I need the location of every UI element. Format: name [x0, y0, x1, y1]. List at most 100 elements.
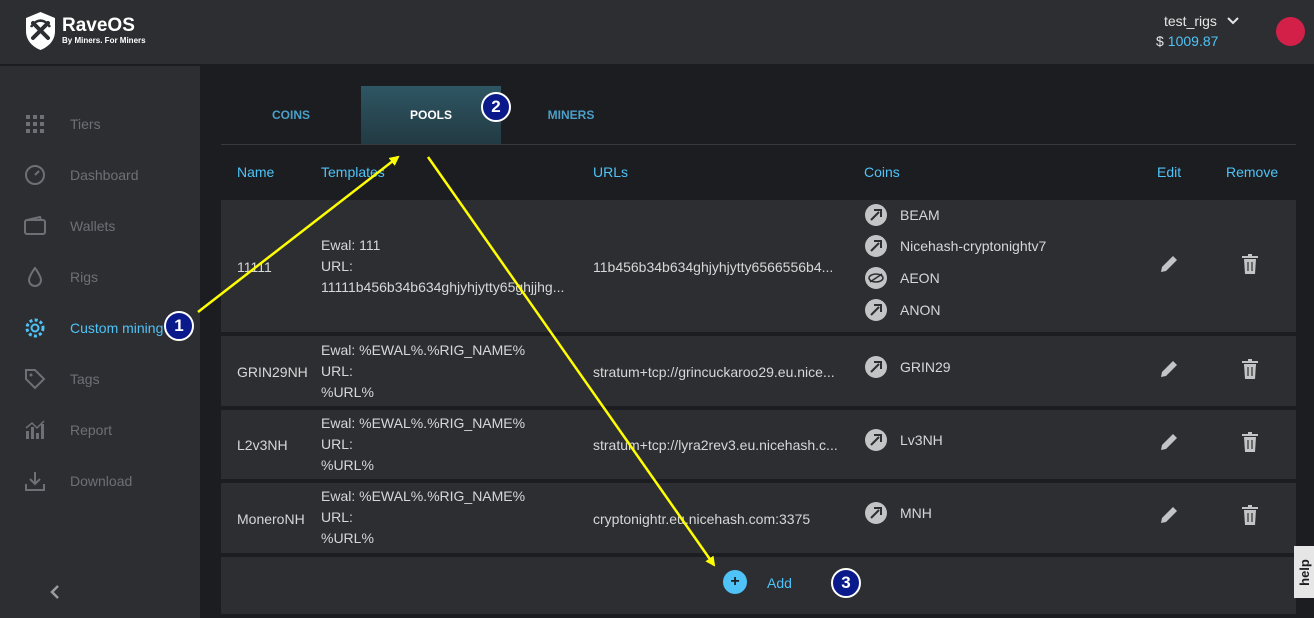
remove-button[interactable]: [1239, 358, 1261, 380]
chevron-down-icon[interactable]: [1227, 17, 1239, 25]
account-name: test_rigs: [1164, 13, 1217, 29]
chart-icon: [24, 419, 46, 441]
template-line: 11111b456b34b634ghjyhjytty65ghjjhg...: [321, 279, 565, 295]
help-label: help: [1296, 558, 1312, 586]
brand-tagline: By Miners. For Miners: [62, 36, 146, 45]
annotation-marker-3: 3: [831, 568, 861, 598]
remove-button[interactable]: [1239, 253, 1261, 275]
add-row: [221, 557, 1296, 614]
gear-icon: [24, 317, 46, 339]
coin-name: GRIN29: [900, 359, 951, 375]
plus-icon[interactable]: +: [723, 570, 747, 594]
template-line: URL:: [321, 258, 353, 274]
sidebar-item-dashboard[interactable]: Dashboard: [24, 160, 139, 190]
avatar[interactable]: [1276, 17, 1305, 46]
aeon-icon: [865, 267, 887, 289]
trash-icon: [1242, 432, 1258, 452]
trash-icon: [1242, 505, 1258, 525]
coin-item: Nicehash-cryptonightv7: [865, 235, 1046, 257]
table-row[interactable]: MoneroNH Ewal: %EWAL%.%RIG_NAME% URL: %U…: [221, 483, 1296, 553]
sidebar-item-label: Download: [70, 473, 133, 489]
sidebar-item-label: Dashboard: [70, 167, 139, 183]
coin-item: AEON: [865, 267, 940, 289]
tab-pools[interactable]: POOLS: [361, 86, 501, 144]
template-line: URL:: [321, 436, 353, 452]
template-line: URL:: [321, 509, 353, 525]
coin-item: BEAM: [865, 204, 940, 226]
header-templates[interactable]: Templates: [321, 164, 385, 180]
template-line: %URL%: [321, 384, 374, 400]
sidebar-item-label: Tags: [70, 371, 100, 387]
tab-miners[interactable]: MINERS: [501, 86, 641, 144]
remove-button[interactable]: [1239, 431, 1261, 453]
raveos-logo-icon: [26, 12, 55, 50]
pencil-icon: [1161, 256, 1177, 272]
remove-button[interactable]: [1239, 504, 1261, 526]
template-line: Ewal: 111: [321, 237, 381, 253]
edit-button[interactable]: [1158, 504, 1180, 526]
pencil-icon: [1161, 507, 1177, 523]
sidebar-item-report[interactable]: Report: [24, 415, 112, 445]
pool-template: Ewal: 111 URL: 11111b456b34b634ghjyhjytt…: [321, 235, 564, 298]
header-name[interactable]: Name: [237, 164, 274, 180]
coin-name: BEAM: [900, 207, 940, 223]
sidebar-item-label: Rigs: [70, 269, 99, 285]
pool-name: 11111: [237, 259, 272, 275]
pool-url: stratum+tcp://lyra2rev3.eu.nicehash.c...: [593, 437, 838, 453]
sidebar-item-custom-mining[interactable]: Custom mining: [24, 313, 163, 343]
tag-icon: [24, 368, 46, 390]
coin-name: Nicehash-cryptonightv7: [900, 238, 1047, 254]
account-balance: $1009.87: [1156, 33, 1239, 49]
coin-item: MNH: [865, 502, 932, 524]
template-line: Ewal: %EWAL%.%RIG_NAME%: [321, 415, 526, 431]
chevron-left-icon[interactable]: [48, 584, 62, 600]
sidebar-item-wallets[interactable]: Wallets: [24, 211, 115, 241]
table-row[interactable]: GRIN29NH Ewal: %EWAL%.%RIG_NAME% URL: %U…: [221, 336, 1296, 406]
coin-item: Lv3NH: [865, 429, 943, 451]
add-button[interactable]: Add: [767, 575, 792, 591]
sidebar-item-tiers[interactable]: Tiers: [24, 109, 101, 139]
pool-template: Ewal: %EWAL%.%RIG_NAME% URL: %URL%: [321, 413, 525, 476]
header-urls[interactable]: URLs: [593, 164, 628, 180]
edit-button[interactable]: [1158, 358, 1180, 380]
table-row[interactable]: L2v3NH Ewal: %EWAL%.%RIG_NAME% URL: %URL…: [221, 410, 1296, 479]
pool-name: MoneroNH: [237, 511, 305, 527]
sidebar-item-label: Wallets: [70, 218, 116, 234]
template-line: Ewal: %EWAL%.%RIG_NAME%: [321, 342, 526, 358]
sidebar-item-rigs[interactable]: Rigs: [24, 262, 98, 292]
balance-currency: $: [1156, 33, 1164, 49]
gauge-icon: [24, 164, 46, 186]
header-remove: Remove: [1226, 164, 1279, 180]
coin-name: AEON: [900, 270, 940, 286]
pool-name: L2v3NH: [237, 437, 288, 453]
table-row[interactable]: 11111 Ewal: 111 URL: 11111b456b34b634ghj…: [221, 200, 1296, 332]
template-line: %URL%: [321, 457, 374, 473]
trash-icon: [1242, 254, 1258, 274]
help-tab[interactable]: help: [1294, 546, 1314, 598]
annotation-marker-2: 2: [481, 92, 511, 122]
pool-template: Ewal: %EWAL%.%RIG_NAME% URL: %URL%: [321, 486, 525, 549]
sidebar-item-download[interactable]: Download: [24, 466, 132, 496]
logo[interactable]: RaveOS By Miners. For Miners: [24, 11, 146, 51]
coin-item: ANON: [865, 299, 940, 321]
pickaxe-icon: [865, 235, 887, 257]
sidebar-item-tags[interactable]: Tags: [24, 364, 100, 394]
account-switcher[interactable]: test_rigs $1009.87: [1156, 13, 1239, 49]
pool-url: cryptonightr.eu.nicehash.com:3375: [593, 511, 811, 527]
brand-name: RaveOS: [62, 15, 135, 36]
pool-url: 11b456b34b634ghjyhjytty6566556b4...: [593, 259, 834, 275]
pickaxe-icon: [865, 356, 887, 378]
pencil-icon: [1161, 361, 1177, 377]
pool-template: Ewal: %EWAL%.%RIG_NAME% URL: %URL%: [321, 340, 525, 403]
edit-button[interactable]: [1158, 253, 1180, 275]
sidebar-item-label: Tiers: [70, 116, 101, 132]
pool-url: stratum+tcp://grincuckaroo29.eu.nice...: [593, 364, 835, 380]
tab-coins[interactable]: COINS: [221, 86, 361, 144]
pickaxe-icon: [865, 204, 887, 226]
drop-icon: [24, 266, 46, 288]
header-coins[interactable]: Coins: [864, 164, 900, 180]
edit-button[interactable]: [1158, 431, 1180, 453]
pencil-icon: [1161, 434, 1177, 450]
pickaxe-icon: [865, 299, 887, 321]
tab-bar: COINS POOLS MINERS: [221, 86, 1296, 145]
